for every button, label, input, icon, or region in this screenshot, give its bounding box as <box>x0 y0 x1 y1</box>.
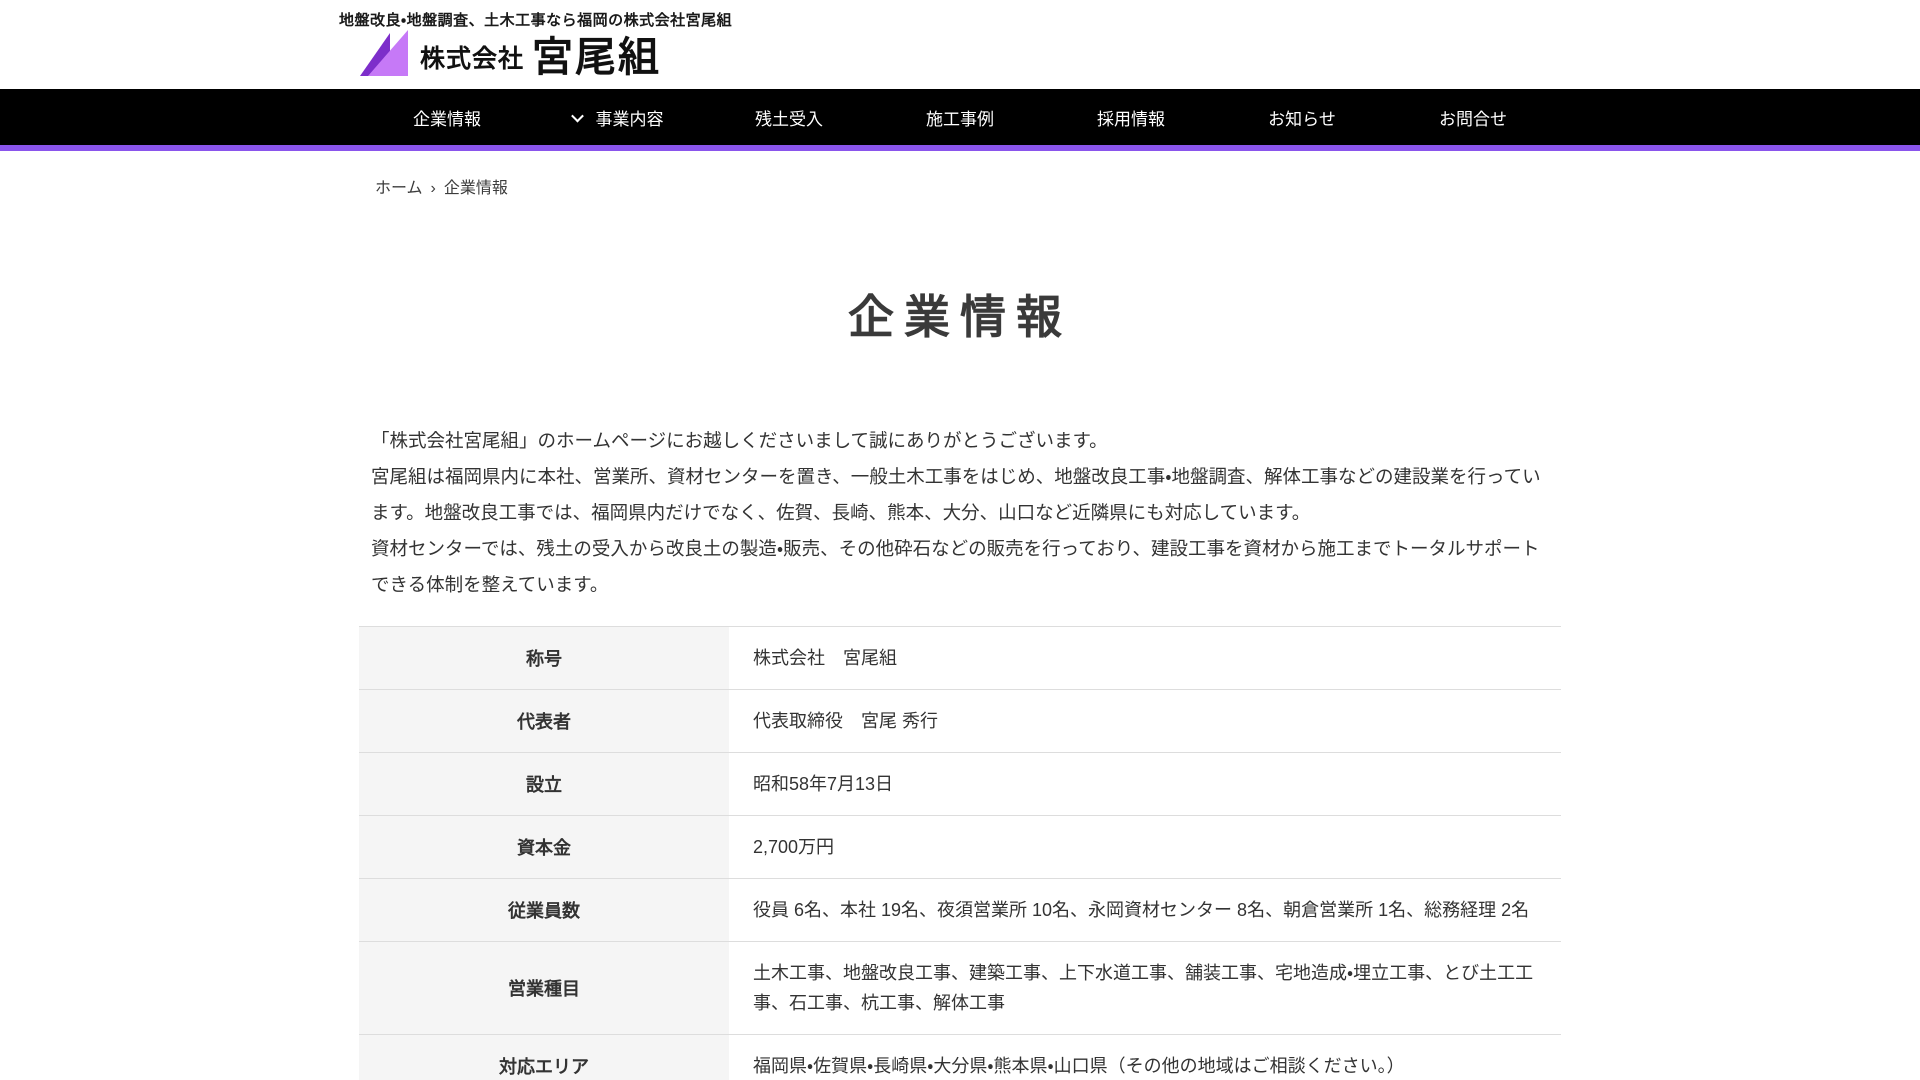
logo-text: 株式会社 宮尾組 <box>420 37 661 78</box>
main-nav: 企業情報 事業内容 残土受入 施工事例 採用情報 お知らせ お問合せ <box>0 89 1920 151</box>
breadcrumb-separator: › <box>431 180 436 197</box>
table-row: 営業種目 土木工事、地盤改良工事、建築工事、上下水道工事、舗装工事、宅地造成・埋… <box>359 942 1561 1035</box>
row-value: 役員 6名、本社 19名、夜須営業所 10名、永岡資材センター 8名、朝倉営業所… <box>729 879 1561 942</box>
row-value: 代表取締役 宮尾 秀行 <box>729 690 1561 753</box>
site-header: 地盤改良・地盤調査、土木工事なら福岡の株式会社宮尾組 株式会社 宮尾組 <box>0 0 1920 89</box>
row-value: 福岡県・佐賀県・長崎県・大分県・熊本県・山口県（その他の地域はご相談ください。） <box>729 1035 1561 1080</box>
breadcrumb: ホーム › 企業情報 <box>375 174 1920 198</box>
nav-item[interactable]: 施工事例 <box>875 89 1046 145</box>
row-label: 代表者 <box>359 690 729 753</box>
nav-item-label: 施工事例 <box>926 105 994 130</box>
nav-item-label: 残土受入 <box>755 105 823 130</box>
header-tagline: 地盤改良・地盤調査、土木工事なら福岡の株式会社宮尾組 <box>339 9 732 30</box>
nav-item-label: 事業内容 <box>596 105 664 130</box>
intro-paragraphs: 「株式会社宮尾組」のホームページにお越しくださいまして誠にありがとうございます。… <box>371 423 1549 603</box>
twin-triangles-logo-icon <box>360 30 408 76</box>
logo[interactable]: 株式会社 宮尾組 <box>360 30 661 78</box>
intro-paragraph: 資材センターでは、残土の受入から改良土の製造・販売、その他砕石などの販売を行って… <box>371 531 1549 603</box>
row-value: 土木工事、地盤改良工事、建築工事、上下水道工事、舗装工事、宅地造成・埋立工事、と… <box>729 942 1561 1035</box>
company-info-table: 称号 株式会社 宮尾組 代表者 代表取締役 宮尾 秀行 設立 昭和58年7月13… <box>359 626 1561 1080</box>
nav-item-label: お知らせ <box>1268 105 1336 130</box>
row-label: 設立 <box>359 753 729 816</box>
nav-item[interactable]: 事業内容 <box>533 89 704 145</box>
row-value: 2,700万円 <box>729 816 1561 879</box>
breadcrumb-current: 企業情報 <box>444 180 508 197</box>
logo-company-name: 宮尾組 <box>532 37 661 78</box>
row-label: 資本金 <box>359 816 729 879</box>
nav-item[interactable]: お問合せ <box>1388 89 1559 145</box>
table-row: 設立 昭和58年7月13日 <box>359 753 1561 816</box>
table-row: 資本金 2,700万円 <box>359 816 1561 879</box>
row-label: 称号 <box>359 627 729 690</box>
table-row: 代表者 代表取締役 宮尾 秀行 <box>359 690 1561 753</box>
chevron-down-icon <box>571 109 584 122</box>
row-label: 対応エリア <box>359 1035 729 1080</box>
row-value: 株式会社 宮尾組 <box>729 627 1561 690</box>
row-label: 従業員数 <box>359 879 729 942</box>
intro-paragraph: 「株式会社宮尾組」のホームページにお越しくださいまして誠にありがとうございます。 <box>371 423 1549 459</box>
breadcrumb-home-link[interactable]: ホーム <box>375 180 423 197</box>
table-row: 対応エリア 福岡県・佐賀県・長崎県・大分県・熊本県・山口県（その他の地域はご相談… <box>359 1035 1561 1080</box>
nav-item[interactable]: 採用情報 <box>1046 89 1217 145</box>
page-title: 企業情報 <box>0 290 1920 344</box>
nav-item[interactable]: 企業情報 <box>362 89 533 145</box>
table-row: 称号 株式会社 宮尾組 <box>359 627 1561 690</box>
nav-item-label: 企業情報 <box>413 105 481 130</box>
nav-item-label: お問合せ <box>1439 105 1507 130</box>
nav-item-label: 採用情報 <box>1097 105 1165 130</box>
logo-company-prefix: 株式会社 <box>420 39 524 75</box>
nav-list: 企業情報 事業内容 残土受入 施工事例 採用情報 お知らせ お問合せ <box>0 89 1920 145</box>
main-content: 企業情報 「株式会社宮尾組」のホームページにお越しくださいまして誠にありがとうご… <box>0 290 1920 1080</box>
nav-item[interactable]: お知らせ <box>1217 89 1388 145</box>
row-label: 営業種目 <box>359 942 729 1035</box>
intro-paragraph: 宮尾組は福岡県内に本社、営業所、資材センターを置き、一般土木工事をはじめ、地盤改… <box>371 459 1549 531</box>
table-row: 従業員数 役員 6名、本社 19名、夜須営業所 10名、永岡資材センター 8名、… <box>359 879 1561 942</box>
row-value: 昭和58年7月13日 <box>729 753 1561 816</box>
nav-item[interactable]: 残土受入 <box>704 89 875 145</box>
